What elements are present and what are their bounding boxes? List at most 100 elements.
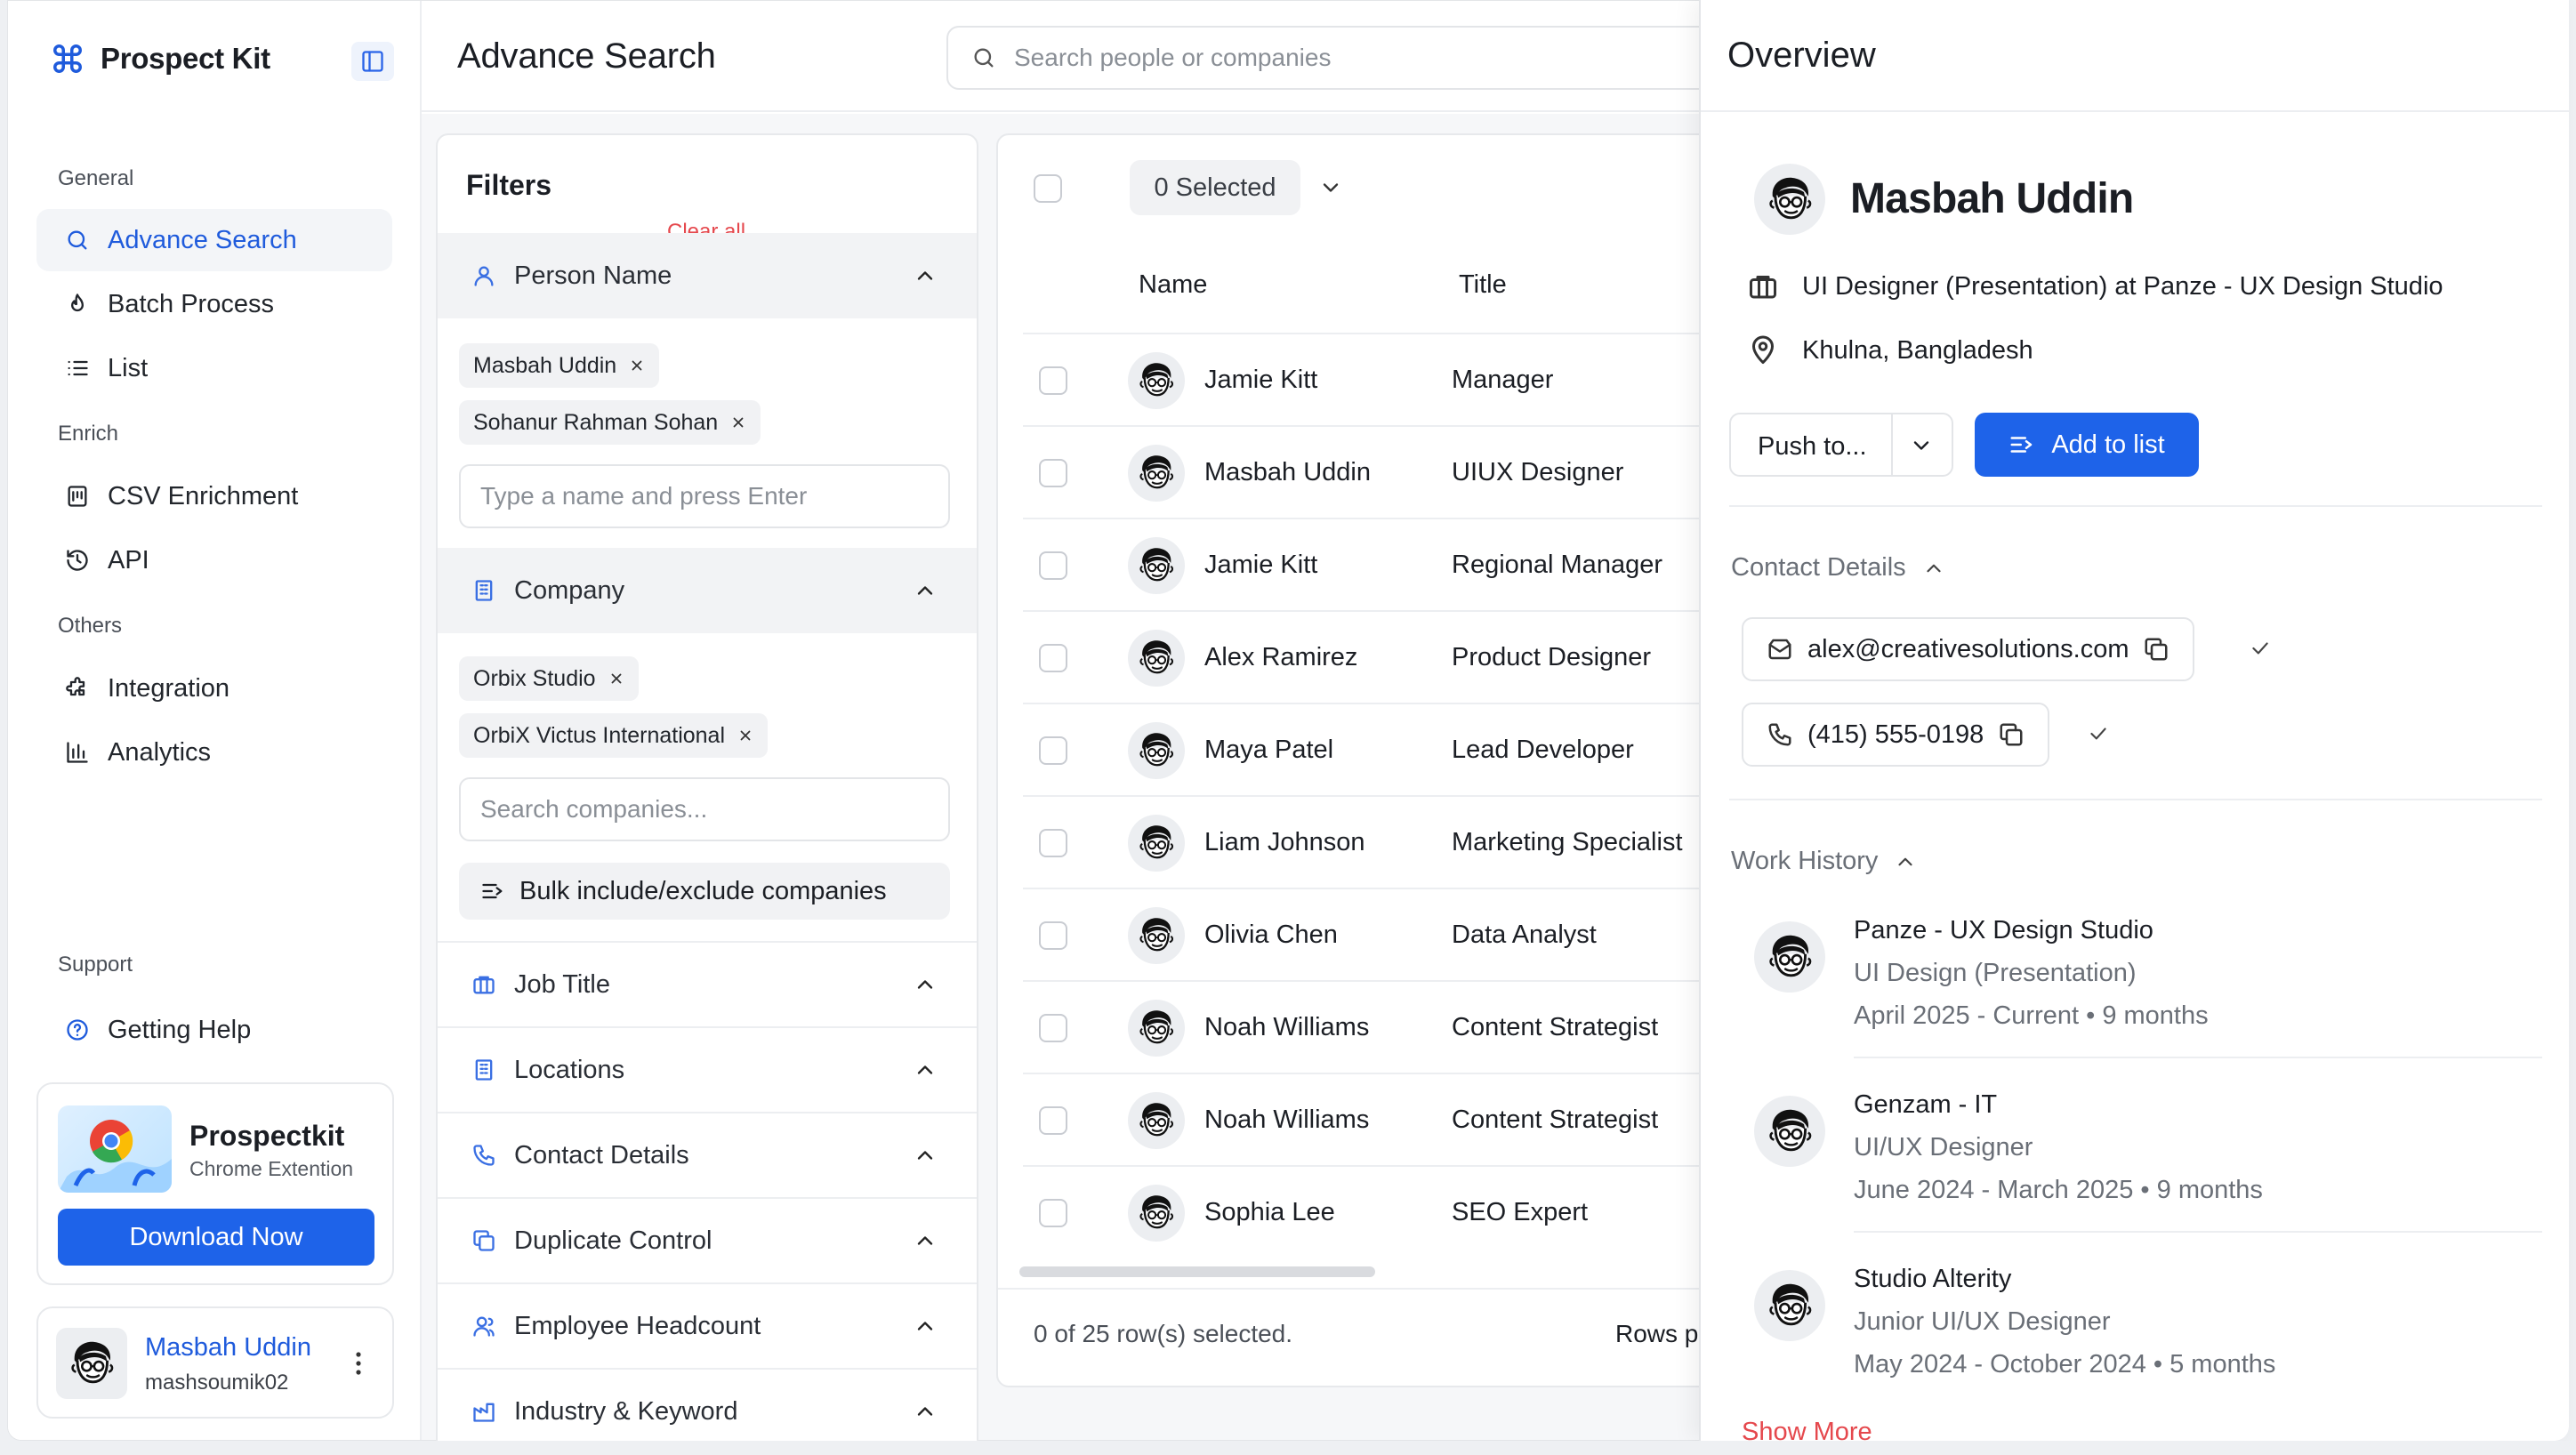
row-checkbox[interactable] — [1039, 551, 1067, 580]
row-checkbox[interactable] — [1039, 1199, 1067, 1227]
row-title: Product Designer — [1452, 643, 1652, 671]
filter-employee-headcount[interactable]: Employee Headcount — [438, 1282, 977, 1368]
building-icon — [471, 1057, 496, 1082]
copy-icon[interactable] — [1998, 721, 2025, 748]
user-card[interactable]: Masbah Uddin mashsoumik02 — [36, 1306, 394, 1419]
chevron-up-icon — [913, 1228, 938, 1253]
filter-company-header[interactable]: Company — [438, 548, 977, 633]
work-company: Genzam - IT — [1854, 1090, 1998, 1119]
briefcase-icon — [1747, 270, 1779, 302]
close-icon[interactable] — [730, 414, 746, 430]
section-label-support: Support — [58, 953, 133, 977]
bar-chart-icon — [65, 740, 90, 765]
sidebar-item-integration[interactable]: Integration — [36, 657, 392, 719]
column-header-name[interactable]: Name — [1139, 270, 1207, 300]
row-checkbox[interactable] — [1039, 829, 1067, 857]
brand[interactable]: Prospect Kit — [51, 42, 270, 76]
filter-duplicate-control[interactable]: Duplicate Control — [438, 1197, 977, 1282]
row-checkbox[interactable] — [1039, 644, 1067, 672]
company-search-input[interactable]: Search companies... — [459, 777, 950, 841]
filters-title: Filters — [466, 169, 552, 201]
push-to-button[interactable]: Push to... — [1729, 413, 1953, 477]
sidebar-item-csv-enrichment[interactable]: CSV Enrichment — [36, 465, 392, 527]
divider — [1854, 1231, 2542, 1233]
sidebar-item-getting-help[interactable]: Getting Help — [36, 999, 392, 1061]
email-text: alex@creativesolutions.com — [1807, 634, 2129, 663]
row-name[interactable]: Jamie Kitt — [1204, 366, 1317, 395]
row-name[interactable]: Maya Patel — [1204, 736, 1333, 765]
push-label: Push to... — [1758, 432, 1867, 461]
company-avatar — [1754, 1096, 1825, 1167]
row-name[interactable]: Liam Johnson — [1204, 828, 1365, 857]
person-chip[interactable]: Sohanur Rahman Sohan — [459, 400, 761, 445]
sidebar-item-batch-process[interactable]: Batch Process — [36, 273, 392, 335]
csv-icon — [65, 484, 90, 509]
filter-locations[interactable]: Locations — [438, 1026, 977, 1112]
close-icon[interactable] — [629, 358, 645, 374]
avatar — [1128, 537, 1185, 594]
row-name[interactable]: Olivia Chen — [1204, 920, 1338, 950]
company-chip[interactable]: Orbix Studio — [459, 656, 639, 701]
work-history-toggle[interactable]: Work History — [1731, 847, 1917, 876]
company-chip[interactable]: OrbiX Victus International — [459, 713, 769, 758]
row-name[interactable]: Noah Williams — [1204, 1105, 1369, 1135]
row-title: Content Strategist — [1452, 1105, 1659, 1134]
work-role: UI/UX Designer — [1854, 1133, 2033, 1162]
phone-field[interactable]: (415) 555-0198 — [1742, 703, 2050, 767]
overview-title: Overview — [1727, 36, 1876, 75]
avatar — [1128, 722, 1185, 779]
chevron-up-icon — [913, 1314, 938, 1338]
row-checkbox[interactable] — [1039, 1014, 1067, 1042]
add-to-list-button[interactable]: Add to list — [1975, 413, 2199, 477]
sidebar-item-api[interactable]: API — [36, 529, 392, 591]
row-name[interactable]: Alex Ramirez — [1204, 643, 1357, 672]
email-field[interactable]: alex@creativesolutions.com — [1742, 617, 2195, 681]
column-header-title[interactable]: Title — [1459, 270, 1507, 300]
row-checkbox[interactable] — [1039, 921, 1067, 950]
list-indent-icon — [480, 879, 505, 904]
filter-contact-details[interactable]: Contact Details — [438, 1112, 977, 1197]
row-title: Manager — [1452, 366, 1554, 394]
more-options-icon[interactable] — [348, 1344, 369, 1383]
row-name[interactable]: Jamie Kitt — [1204, 551, 1317, 580]
sidebar-item-label: Batch Process — [108, 289, 274, 318]
show-more-link[interactable]: Show More — [1742, 1418, 1872, 1441]
close-icon[interactable] — [737, 728, 753, 744]
history-icon — [65, 548, 90, 573]
chrome-extension-promo: Prospectkit Chrome Extention Download No… — [36, 1082, 394, 1285]
row-checkbox[interactable] — [1039, 1106, 1067, 1135]
filter-person-name-header[interactable]: Person Name — [438, 233, 977, 318]
contact-details-toggle[interactable]: Contact Details — [1731, 553, 1945, 583]
download-now-button[interactable]: Download Now — [58, 1209, 374, 1266]
chevron-down-icon[interactable] — [1318, 175, 1343, 200]
chevron-down-icon[interactable] — [1909, 433, 1934, 458]
filter-label: Industry & Keyword — [514, 1396, 738, 1426]
row-name[interactable]: Masbah Uddin — [1204, 458, 1371, 487]
sidebar-item-advance-search[interactable]: Advance Search — [36, 209, 392, 271]
copy-icon[interactable] — [2143, 636, 2169, 663]
bulk-include-exclude-button[interactable]: Bulk include/exclude companies — [459, 863, 950, 920]
row-checkbox[interactable] — [1039, 366, 1067, 395]
sidebar-item-analytics[interactable]: Analytics — [36, 721, 392, 784]
avatar — [1128, 352, 1185, 409]
sidebar-item-label: List — [108, 353, 149, 382]
row-title: Lead Developer — [1452, 736, 1634, 764]
row-checkbox[interactable] — [1039, 736, 1067, 765]
sidebar-toggle-button[interactable] — [351, 42, 394, 81]
row-checkbox[interactable] — [1039, 459, 1067, 487]
select-all-checkbox[interactable] — [1034, 174, 1062, 203]
selected-count-button[interactable]: 0 Selected — [1130, 160, 1300, 215]
add-label: Add to list — [2051, 430, 2165, 459]
row-name[interactable]: Noah Williams — [1204, 1013, 1369, 1042]
person-chip[interactable]: Masbah Uddin — [459, 343, 660, 388]
sidebar-item-list[interactable]: List — [36, 337, 392, 399]
horizontal-scrollbar[interactable] — [1019, 1266, 1375, 1277]
sidebar-item-label: Integration — [108, 673, 230, 703]
close-icon[interactable] — [608, 671, 624, 687]
divider — [1729, 505, 2542, 507]
chevron-up-icon — [913, 263, 938, 288]
filter-job-title[interactable]: Job Title — [438, 941, 977, 1026]
row-name[interactable]: Sophia Lee — [1204, 1198, 1335, 1227]
person-name-input[interactable]: Type a name and press Enter — [459, 464, 950, 528]
app-name: Prospect Kit — [101, 42, 270, 75]
